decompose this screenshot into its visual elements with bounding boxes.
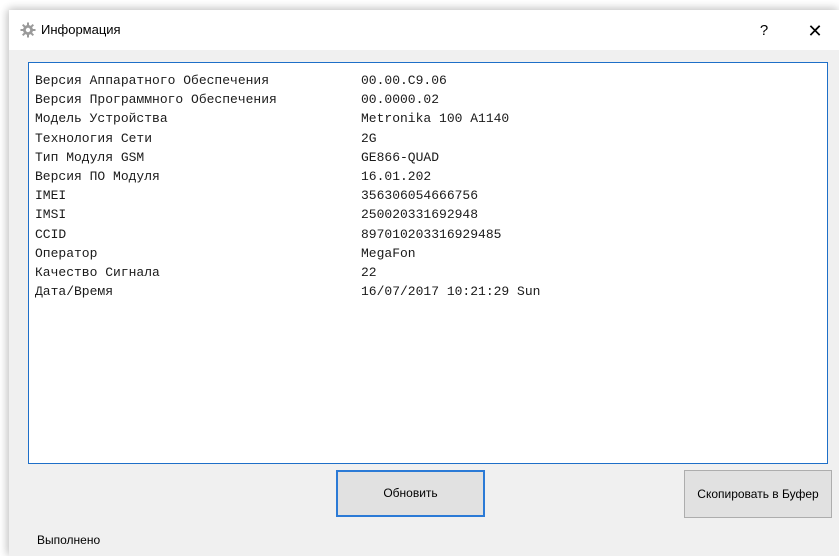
window-title: Информация xyxy=(41,22,121,37)
info-text-area[interactable]: Версия Аппаратного Обеспечения 00.00.C9.… xyxy=(28,62,828,464)
info-row: CCID 897010203316929485 xyxy=(35,225,827,244)
info-value: 356306054666756 xyxy=(361,188,479,204)
info-label: Тип Модуля GSM xyxy=(35,149,145,165)
info-value: 16/07/2017 10:21:29 Sun xyxy=(361,284,541,300)
info-value: MegaFon xyxy=(361,245,416,261)
info-label: Оператор xyxy=(35,245,98,261)
info-row: IMSI 250020331692948 xyxy=(35,205,827,224)
info-label: CCID xyxy=(35,226,67,242)
info-label: Модель Устройства xyxy=(35,111,168,127)
info-row: Версия ПО Модуля 16.01.202 xyxy=(35,167,827,186)
info-label: IMSI xyxy=(35,207,67,223)
info-value: 16.01.202 xyxy=(361,168,432,184)
gear-icon xyxy=(20,22,36,38)
info-dialog: Информация ? ✕ Версия Аппаратного Обеспе… xyxy=(9,10,839,556)
help-button[interactable]: ? xyxy=(751,19,777,43)
info-value: 00.0000.02 xyxy=(361,92,440,108)
info-value: Metronika 100 A1140 xyxy=(361,111,510,127)
status-text: Выполнено xyxy=(37,533,101,547)
info-value: 2G xyxy=(361,130,377,146)
info-label: Дата/Время xyxy=(35,284,114,300)
info-row: Технология Сети 2G xyxy=(35,129,827,148)
info-label: Качество Сигнала xyxy=(35,264,160,280)
info-row: Дата/Время 16/07/2017 10:21:29 Sun xyxy=(35,282,827,301)
info-row: IMEI 356306054666756 xyxy=(35,186,827,205)
info-row: Версия Программного Обеспечения 00.0000.… xyxy=(35,90,827,109)
info-value: GE866-QUAD xyxy=(361,149,440,165)
info-value: 897010203316929485 xyxy=(361,226,502,242)
info-row: Качество Сигнала 22 xyxy=(35,263,827,282)
info-row: Оператор MegaFon xyxy=(35,244,827,263)
info-row: Модель Устройства Metronika 100 A1140 xyxy=(35,109,827,128)
info-label: Версия ПО Модуля xyxy=(35,168,160,184)
info-label: Технология Сети xyxy=(35,130,153,146)
info-row: Тип Модуля GSM GE866-QUAD xyxy=(35,148,827,167)
info-value: 00.00.C9.06 xyxy=(361,73,447,88)
info-value: 22 xyxy=(361,264,377,280)
close-button[interactable]: ✕ xyxy=(800,19,830,43)
copy-to-clipboard-button[interactable]: Скопировать в Буфер xyxy=(684,470,832,518)
info-label: Версия Программного Обеспечения xyxy=(35,92,277,108)
info-label: IMEI xyxy=(35,188,67,204)
refresh-button[interactable]: Обновить xyxy=(336,470,485,517)
title-bar[interactable]: Информация ? ✕ xyxy=(9,10,839,50)
info-row: Версия Аппаратного Обеспечения 00.00.C9.… xyxy=(35,71,827,90)
info-value: 250020331692948 xyxy=(361,207,479,223)
info-label: Версия Аппаратного Обеспечения xyxy=(35,73,270,88)
